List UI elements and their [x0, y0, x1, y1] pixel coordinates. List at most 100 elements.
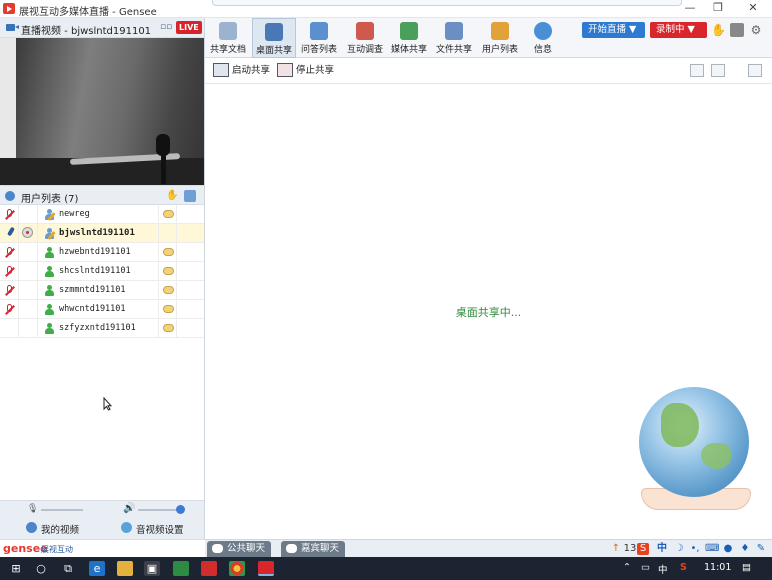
- user-audio-cell[interactable]: [0, 224, 19, 243]
- gensee-taskbar-icon[interactable]: [258, 561, 274, 576]
- actual-size-icon[interactable]: [711, 64, 725, 77]
- mic-muted-icon[interactable]: [4, 266, 15, 277]
- settings-gear-icon[interactable]: ⚙: [749, 23, 763, 37]
- keyboard-icon[interactable]: ⌨: [705, 543, 719, 555]
- user-chat-cell[interactable]: [159, 319, 177, 338]
- speaker-volume-slider[interactable]: [138, 509, 180, 511]
- search-icon[interactable]: ○: [33, 561, 49, 576]
- mic-muted-icon[interactable]: [4, 285, 15, 296]
- close-button[interactable]: ✕: [744, 1, 762, 16]
- mic-muted-icon[interactable]: [4, 209, 15, 220]
- toolbar-button-2[interactable]: 问答列表: [297, 18, 341, 58]
- task-view-icon[interactable]: ⧉: [60, 561, 76, 576]
- webcam-icon[interactable]: [22, 227, 33, 238]
- minimize-button[interactable]: —: [681, 1, 699, 16]
- av-settings-button[interactable]: 音视频设置: [136, 522, 184, 536]
- user-video-cell[interactable]: [19, 243, 38, 262]
- user-video-cell[interactable]: [19, 300, 38, 319]
- ime-indicator[interactable]: 中: [656, 543, 668, 555]
- taskbar-ime[interactable]: 中: [658, 562, 668, 576]
- chrome-icon[interactable]: [229, 561, 245, 576]
- resize-icon[interactable]: ▫▫: [160, 22, 172, 32]
- user-video-cell[interactable]: [19, 224, 38, 243]
- file-explorer-icon[interactable]: [117, 561, 133, 576]
- tab-guest-chat[interactable]: 嘉宾聊天: [281, 541, 346, 557]
- start-share-label: 启动共享: [232, 65, 271, 76]
- user-video-cell[interactable]: [19, 262, 38, 281]
- video-mic-stand: [161, 154, 166, 184]
- user-row[interactable]: whwcntd191101: [0, 300, 204, 319]
- taskbar-sogou-icon[interactable]: S: [680, 562, 687, 573]
- media-share-icon: [400, 22, 418, 40]
- edge-browser-icon[interactable]: e: [89, 561, 105, 576]
- my-video-button[interactable]: 我的视频: [41, 522, 79, 536]
- user-audio-cell[interactable]: [0, 262, 19, 281]
- chat-bubble-icon: [286, 544, 297, 553]
- chat-bubble-icon[interactable]: [163, 305, 174, 313]
- window-title: 展视互动多媒体直播 - Gensee: [19, 7, 157, 18]
- toolbar-button-6[interactable]: 用户列表: [478, 18, 522, 58]
- mic-muted-icon[interactable]: [4, 247, 15, 258]
- moon-icon[interactable]: ☽: [673, 543, 685, 555]
- mic-volume-slider[interactable]: [41, 509, 83, 511]
- tab-public-chat[interactable]: 公共聊天: [207, 541, 272, 557]
- app-red-icon[interactable]: [201, 561, 217, 576]
- speaker-volume-knob[interactable]: [176, 505, 185, 514]
- tray-chevron-icon[interactable]: ⌃: [623, 562, 631, 573]
- skin-icon[interactable]: ♦: [739, 543, 751, 555]
- user-audio-cell[interactable]: [0, 300, 19, 319]
- mic-muted-icon[interactable]: [4, 304, 15, 315]
- user-video-cell[interactable]: [19, 319, 38, 338]
- network-icon[interactable]: ▭: [641, 562, 650, 573]
- grid-view-icon[interactable]: [730, 23, 744, 37]
- toolbar-button-4[interactable]: 媒体共享: [388, 18, 430, 58]
- user-row[interactable]: szfyzxntd191101: [0, 319, 204, 338]
- user-audio-cell[interactable]: [0, 319, 19, 338]
- chat-bubble-icon[interactable]: [163, 324, 174, 332]
- store-icon[interactable]: ▣: [144, 561, 160, 576]
- voice-icon[interactable]: ●: [722, 543, 734, 555]
- recording-button[interactable]: 录制中 ▼: [650, 22, 707, 38]
- hand-icon[interactable]: ✋: [166, 190, 178, 202]
- user-video-cell[interactable]: [19, 281, 38, 300]
- punctuation-icon[interactable]: •,: [689, 543, 701, 555]
- user-row[interactable]: hzwebntd191101: [0, 243, 204, 262]
- raise-hand-icon[interactable]: ✋: [711, 23, 726, 37]
- user-chat-cell[interactable]: [159, 205, 177, 224]
- live-video[interactable]: [0, 38, 204, 185]
- user-row[interactable]: newreg: [0, 205, 204, 224]
- user-audio-cell[interactable]: [0, 243, 19, 262]
- sogou-icon[interactable]: S: [637, 543, 649, 555]
- user-row[interactable]: szmmntd191101: [0, 281, 204, 300]
- start-menu-icon[interactable]: ⊞: [8, 561, 24, 576]
- chat-bubble-icon[interactable]: [163, 248, 174, 256]
- toolbar-button-1[interactable]: 桌面共享: [252, 18, 296, 58]
- notification-icon[interactable]: ▤: [742, 562, 751, 573]
- chat-bubble-icon[interactable]: [163, 267, 174, 275]
- start-live-button[interactable]: 开始直播 ▼: [582, 22, 645, 38]
- app-green-icon[interactable]: [173, 561, 189, 576]
- toolbar-button-5[interactable]: 文件共享: [433, 18, 475, 58]
- tools-icon[interactable]: ✎: [755, 543, 767, 555]
- fullscreen-icon[interactable]: [748, 64, 762, 77]
- restore-button[interactable]: ❐: [709, 1, 727, 16]
- user-chat-cell[interactable]: [159, 262, 177, 281]
- toolbar-button-3[interactable]: 互动调查: [343, 18, 387, 58]
- user-chat-cell[interactable]: [159, 281, 177, 300]
- user-chat-cell[interactable]: [159, 243, 177, 262]
- user-row[interactable]: bjwslntd191101: [0, 224, 204, 243]
- user-video-cell[interactable]: [19, 205, 38, 224]
- mic-on-icon[interactable]: [4, 226, 16, 239]
- user-chat-cell[interactable]: [159, 300, 177, 319]
- fit-view-icon[interactable]: [690, 64, 704, 77]
- user-chat-cell[interactable]: [159, 224, 177, 243]
- chat-bubble-icon[interactable]: [163, 286, 174, 294]
- user-row[interactable]: shcslntd191101: [0, 262, 204, 281]
- toolbar-button-7[interactable]: 信息: [523, 18, 563, 58]
- chat-bubble-icon[interactable]: [163, 210, 174, 218]
- user-audio-cell[interactable]: [0, 281, 19, 300]
- user-audio-cell[interactable]: [0, 205, 19, 224]
- user-name-cell: szmmntd191101: [38, 281, 159, 300]
- toolbar-button-0[interactable]: 共享文档: [207, 18, 249, 58]
- user-settings-icon[interactable]: [184, 190, 196, 202]
